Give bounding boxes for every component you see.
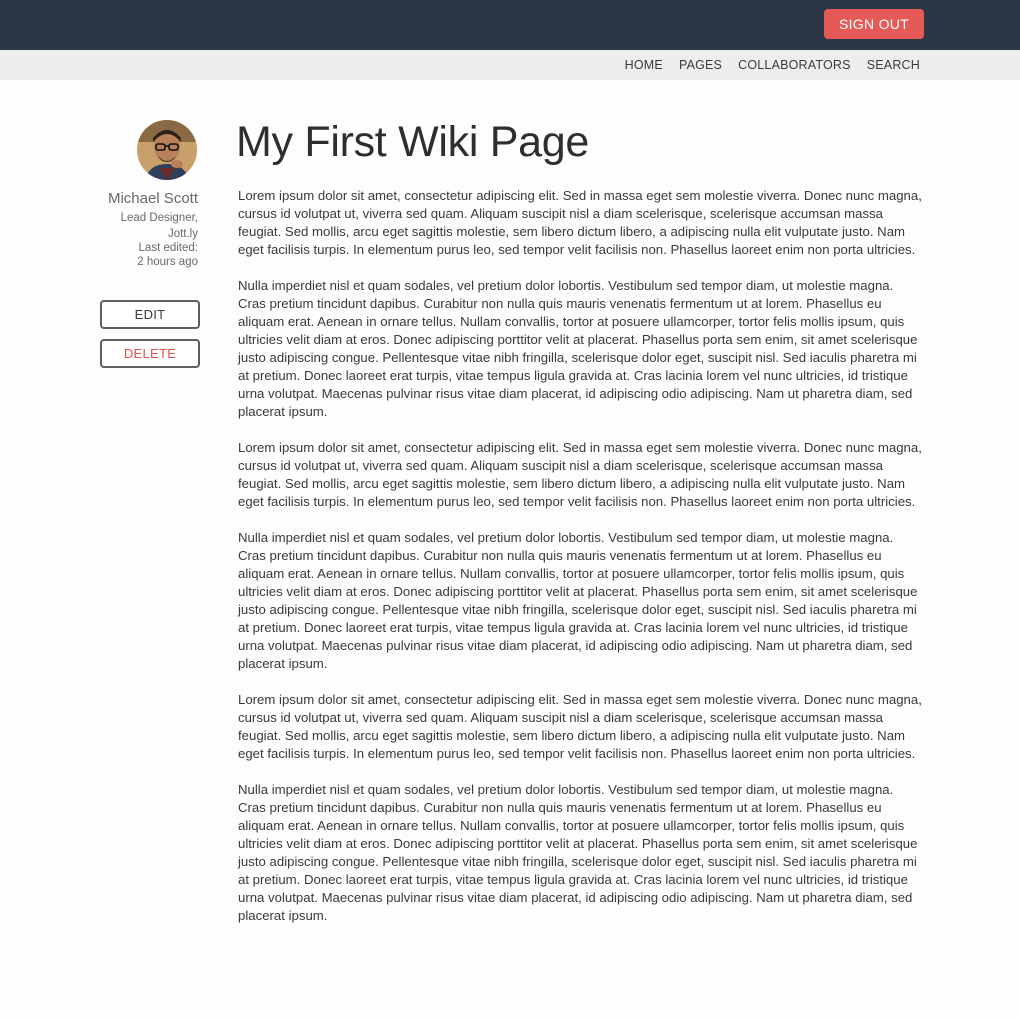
nav-bar: HOME PAGES COLLABORATORS SEARCH [0, 50, 1020, 80]
last-edited-label: Last edited: [138, 242, 198, 254]
nav-search[interactable]: SEARCH [867, 58, 920, 72]
top-bar: SIGN OUT [0, 0, 1020, 50]
content-paragraph: Nulla imperdiet nisl et quam sodales, ve… [238, 782, 918, 923]
nav-pages[interactable]: PAGES [679, 58, 722, 72]
last-edited-time: 2 hours ago [137, 256, 198, 268]
avatar [137, 120, 197, 180]
nav-home[interactable]: HOME [625, 58, 663, 72]
last-edited: Last edited: 2 hours ago [60, 241, 198, 269]
nav-collaborators[interactable]: COLLABORATORS [738, 58, 851, 72]
content-paragraph: Lorem ipsum dolor sit amet, consectetur … [238, 692, 922, 761]
page-title: My First Wiki Page [236, 118, 589, 166]
main-nav: HOME PAGES COLLABORATORS SEARCH [625, 50, 920, 80]
sign-out-button[interactable]: SIGN OUT [824, 9, 924, 39]
author-role-line1: Lead Designer, [120, 212, 198, 224]
edit-button[interactable]: EDIT [100, 300, 200, 329]
author-role: Lead Designer, Jott.ly [60, 210, 198, 242]
content-paragraph: Lorem ipsum dolor sit amet, consectetur … [238, 188, 922, 257]
content-paragraph: Nulla imperdiet nisl et quam sodales, ve… [238, 278, 918, 419]
avatar-image [137, 120, 197, 180]
author-name: Michael Scott [107, 190, 198, 207]
page-content: Lorem ipsum dolor sit amet, consectetur … [238, 187, 923, 943]
content-paragraph: Nulla imperdiet nisl et quam sodales, ve… [238, 530, 918, 671]
author-role-line2: Jott.ly [167, 228, 198, 240]
delete-button[interactable]: DELETE [100, 339, 200, 368]
content-paragraph: Lorem ipsum dolor sit amet, consectetur … [238, 440, 922, 509]
